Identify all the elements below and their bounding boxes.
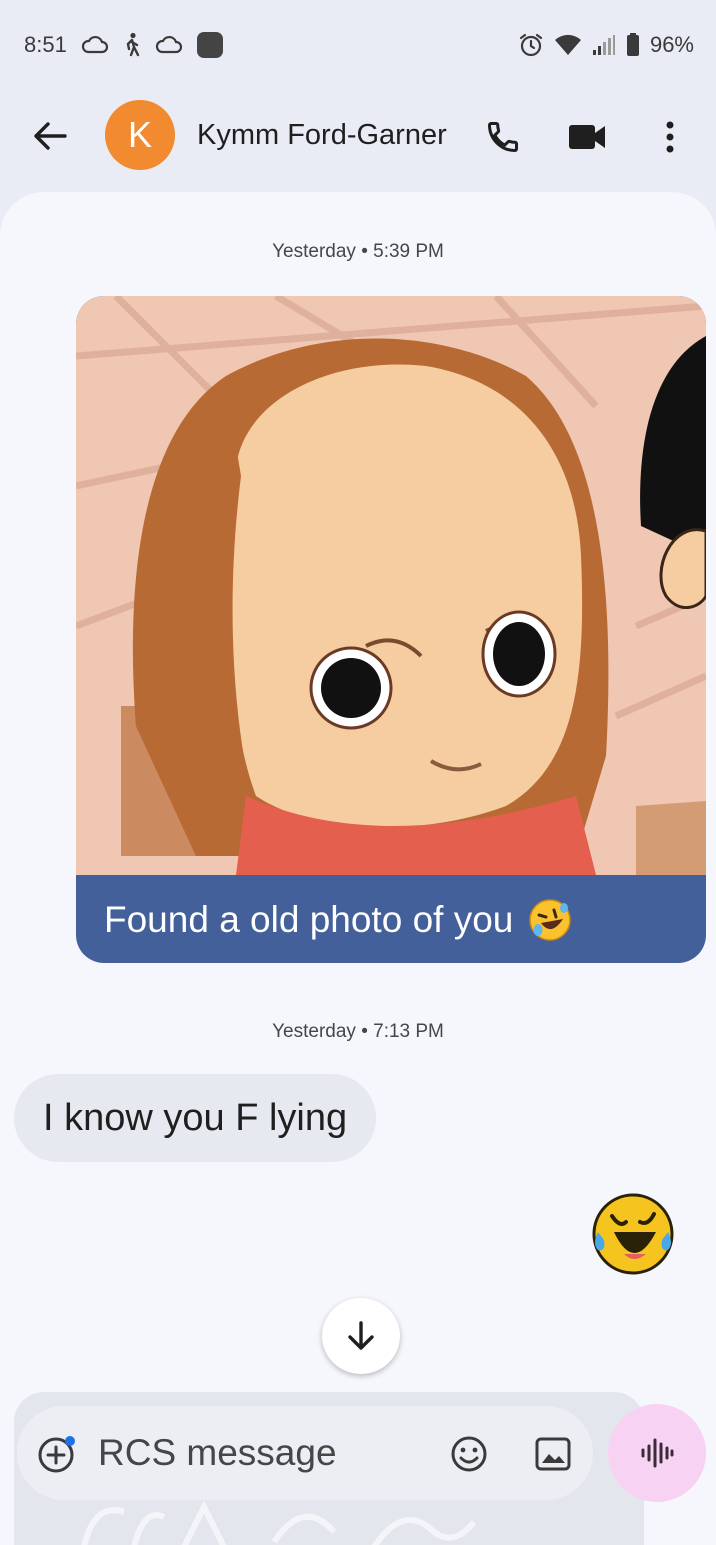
message-photo[interactable] bbox=[76, 296, 706, 875]
caption-text: Found a old photo of you bbox=[104, 899, 514, 940]
arrow-down-icon bbox=[348, 1321, 374, 1350]
cloud-icon bbox=[81, 35, 109, 55]
crying-laughing-emoji bbox=[592, 1193, 674, 1275]
battery-percent: 96% bbox=[649, 32, 694, 57]
voice-message-button[interactable] bbox=[608, 1404, 706, 1502]
message-composer bbox=[17, 1406, 593, 1500]
contact-avatar[interactable]: K bbox=[105, 100, 175, 170]
scroll-to-bottom-button[interactable] bbox=[322, 1298, 400, 1374]
phone-icon bbox=[487, 122, 518, 153]
wifi-icon bbox=[554, 34, 582, 56]
more-vert-icon bbox=[666, 121, 674, 153]
video-call-button[interactable] bbox=[563, 114, 611, 160]
cloud-icon bbox=[155, 35, 183, 55]
status-bar: 8:51 96% bbox=[0, 0, 716, 90]
emoji-icon bbox=[451, 1436, 487, 1472]
alarm-icon bbox=[518, 32, 544, 58]
voice-waveform-icon bbox=[641, 1438, 674, 1468]
walking-person-icon bbox=[123, 32, 141, 58]
conversation-header: K Kymm Ford-Garner bbox=[0, 92, 716, 180]
back-button[interactable] bbox=[28, 114, 72, 158]
add-attachment-button[interactable] bbox=[36, 1433, 78, 1475]
more-options-button[interactable] bbox=[650, 114, 690, 160]
outgoing-emoji-message[interactable] bbox=[590, 1192, 676, 1276]
status-time: 8:51 bbox=[24, 32, 67, 57]
battery-icon bbox=[626, 33, 640, 57]
message-input[interactable] bbox=[98, 1430, 418, 1476]
emoji-button[interactable] bbox=[448, 1433, 490, 1475]
video-camera-icon bbox=[569, 125, 605, 149]
gallery-button[interactable] bbox=[532, 1433, 574, 1475]
message-text: I know you F lying bbox=[43, 1096, 348, 1139]
app-square-icon bbox=[196, 32, 223, 58]
status-right: 96% bbox=[518, 32, 694, 58]
rolling-on-floor-laughing-emoji bbox=[529, 899, 572, 941]
call-button[interactable] bbox=[480, 114, 526, 160]
status-left: 8:51 bbox=[24, 32, 223, 58]
message-list[interactable]: Yesterday • 5:39 PM Found a old photo of… bbox=[0, 192, 716, 1545]
photo-caption: Found a old photo of you bbox=[104, 897, 573, 943]
add-icon bbox=[38, 1436, 75, 1473]
outgoing-image-message[interactable]: Found a old photo of you bbox=[76, 296, 706, 963]
gallery-icon bbox=[535, 1437, 571, 1471]
back-arrow-icon bbox=[34, 122, 67, 150]
incoming-message[interactable]: I know you F lying bbox=[14, 1074, 377, 1162]
signal-icon bbox=[592, 34, 616, 56]
message-timestamp: Yesterday • 7:13 PM bbox=[272, 1021, 444, 1042]
avatar-initial: K bbox=[127, 114, 152, 155]
contact-name[interactable]: Kymm Ford-Garner bbox=[197, 119, 447, 152]
message-timestamp: Yesterday • 5:39 PM bbox=[272, 241, 444, 262]
